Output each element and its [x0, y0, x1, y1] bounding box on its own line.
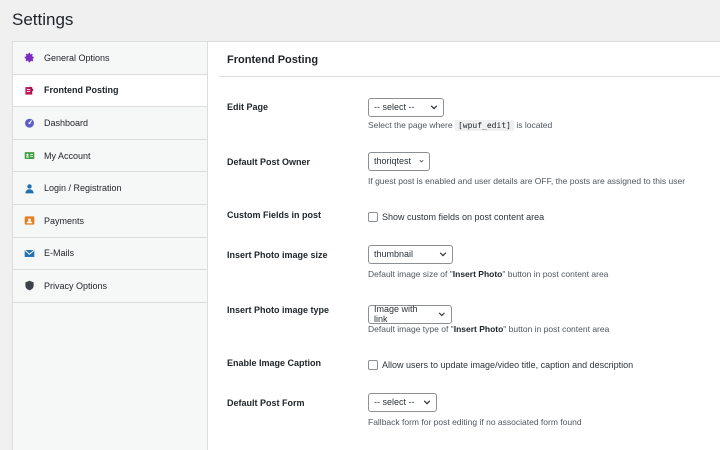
user-icon: [23, 182, 35, 194]
select-value: Image with link: [374, 304, 418, 324]
chevron-down-icon: [430, 105, 438, 110]
mail-icon: [23, 247, 35, 259]
field-label: Insert Photo image type: [227, 305, 330, 315]
chevron-down-icon: [419, 159, 424, 163]
select-value: -- select --: [374, 397, 415, 407]
shield-icon: [23, 280, 35, 292]
default-post-form-select[interactable]: -- select --: [368, 392, 437, 412]
field-label: Edit Page: [227, 102, 269, 112]
sidebar-item-general-options[interactable]: General Options: [13, 42, 207, 75]
sidebar-item-my-account[interactable]: My Account: [13, 140, 207, 173]
select-value: thumbnail: [374, 249, 414, 259]
image-caption-checkbox-label[interactable]: Allow users to update image/video title,…: [368, 360, 633, 370]
field-label: Enable Image Caption: [227, 358, 322, 368]
image-caption-control: Allow users to update image/video title,…: [368, 357, 633, 375]
section-title: Frontend Posting: [227, 54, 319, 66]
field-label: Default Post Owner: [227, 157, 311, 167]
sidebar-item-label: E-Mails: [44, 248, 75, 259]
sidebar-item-label: Frontend Posting: [44, 85, 119, 96]
shortcode: [wpuf_edit]: [454, 120, 514, 131]
field-description: Select the page where [wpuf_edit] is loc…: [368, 120, 553, 131]
sidebar-item-frontend-posting[interactable]: Frontend Posting: [13, 74, 208, 108]
dashboard-icon: [23, 117, 35, 129]
field-description: Fallback form for post editing if no ass…: [368, 417, 582, 427]
field-label: Default Post Form: [227, 398, 305, 408]
page-title: Settings: [12, 10, 74, 29]
sidebar-item-label: Login / Registration: [44, 183, 122, 194]
field-label: Custom Fields in post: [227, 210, 322, 220]
field-description: Default image size of "Insert Photo" but…: [368, 269, 609, 279]
edit-page-select[interactable]: -- select --: [368, 97, 444, 117]
image-caption-checkbox[interactable]: [368, 360, 378, 370]
sidebar-item-e-mails[interactable]: E-Mails: [13, 238, 207, 271]
field-description: Default image type of "Insert Photo" but…: [368, 324, 610, 334]
settings-sidebar: General Options Frontend Posting Dashboa…: [12, 41, 208, 450]
sidebar-item-label: Payments: [44, 215, 85, 226]
custom-fields-control: Show custom fields on post content area: [368, 209, 544, 227]
chevron-down-icon: [423, 400, 431, 405]
field-label: Insert Photo image size: [227, 250, 328, 260]
sidebar-item-payments[interactable]: Payments: [13, 205, 207, 238]
photo-size-select[interactable]: thumbnail: [368, 244, 453, 264]
custom-fields-checkbox-label[interactable]: Show custom fields on post content area: [368, 212, 544, 222]
photo-type-select[interactable]: Image with link: [368, 299, 452, 324]
sidebar-item-label: Dashboard: [44, 117, 89, 128]
chevron-down-icon: [439, 252, 447, 257]
sidebar-item-label: My Account: [44, 150, 91, 161]
divider: [219, 76, 720, 77]
sidebar-item-dashboard[interactable]: Dashboard: [13, 107, 207, 140]
default-post-owner-select[interactable]: thoriqtest: [368, 151, 430, 171]
sidebar-item-label: General Options: [44, 52, 110, 63]
sidebar-item-login-registration[interactable]: Login / Registration: [13, 172, 207, 205]
account-card-icon: [23, 150, 35, 162]
settings-main-panel: Frontend Posting Edit Page -- select -- …: [207, 41, 720, 450]
sidebar-item-label: Privacy Options: [44, 280, 108, 291]
gear-icon: [23, 52, 35, 64]
payments-icon: [23, 215, 35, 227]
select-value: -- select --: [374, 102, 415, 112]
select-value: thoriqtest: [374, 156, 412, 166]
edit-icon: [23, 84, 35, 96]
field-description: If guest post is enabled and user detail…: [368, 176, 686, 186]
custom-fields-checkbox[interactable]: [368, 212, 378, 222]
chevron-down-icon: [439, 312, 446, 317]
sidebar-item-privacy-options[interactable]: Privacy Options: [13, 270, 207, 303]
